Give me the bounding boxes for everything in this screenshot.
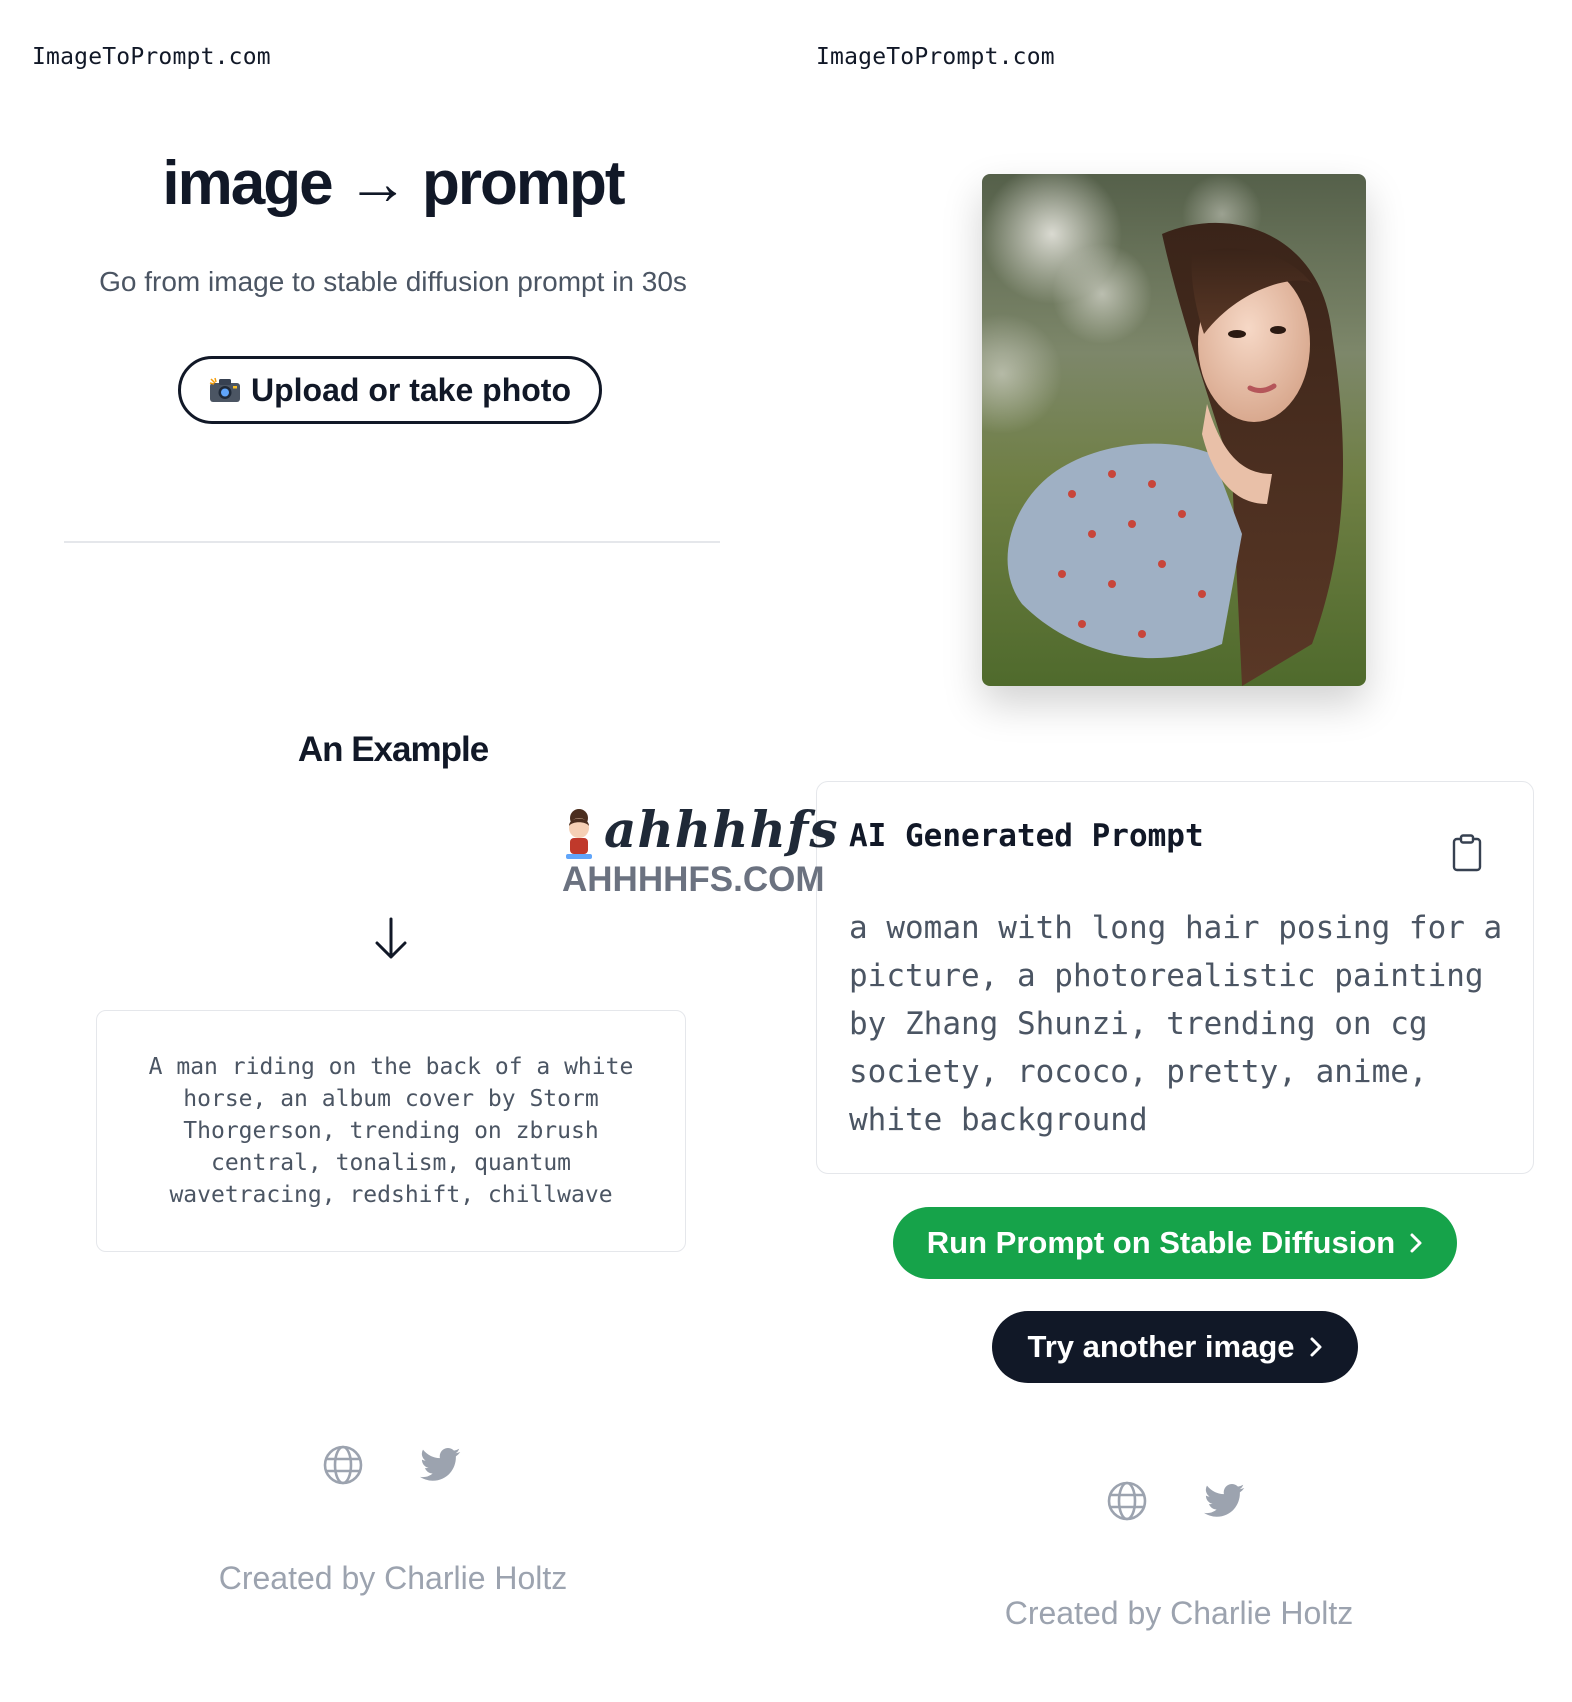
hero-title: image → prompt [162,149,625,218]
watermark-script-text: ahhhhfs [604,800,839,859]
credit-text: Created by Charlie Holtz [1004,1595,1354,1631]
prompt-heading: AI Generated Prompt [849,818,1204,854]
camera-icon [209,377,240,402]
site-name[interactable]: ImageToPrompt.com [816,44,1055,70]
try-another-image-button[interactable]: Try another image [992,1311,1358,1383]
example-title: An Example [297,730,489,769]
chevron-right-icon [1410,1233,1422,1253]
example-prompt-card: A man riding on the back of a white hors… [96,1010,686,1252]
generated-prompt-card: AI Generated Prompt a woman with long ha… [816,781,1534,1174]
run-button-label: Run Prompt on Stable Diffusion [926,1225,1396,1260]
site-name[interactable]: ImageToPrompt.com [32,44,271,70]
section-divider [64,541,720,543]
social-links [1106,1480,1246,1522]
clipboard-icon[interactable] [1451,834,1483,872]
uploaded-photo [982,174,1366,686]
mascot-icon [566,809,592,859]
credit-text: Created by Charlie Holtz [218,1560,568,1596]
right-pane: ImageToPrompt.com AI Generated Prompt a … [786,0,1572,1702]
globe-icon[interactable] [1106,1480,1148,1522]
twitter-icon[interactable] [1204,1480,1246,1522]
twitter-icon[interactable] [420,1444,462,1486]
hero-subtitle: Go from image to stable diffusion prompt… [99,266,687,297]
upload-photo-label: Upload or take photo [251,371,571,408]
run-stable-diffusion-button[interactable]: Run Prompt on Stable Diffusion [893,1207,1457,1279]
watermark-logo: ahhhhfs AHHHHFS.COM [560,800,852,900]
social-links [322,1444,462,1486]
example-prompt-text: A man riding on the back of a white hors… [148,1054,634,1208]
globe-icon[interactable] [322,1444,364,1486]
arrow-down-icon [375,917,407,959]
watermark-domain-text: AHHHHFS.COM [562,860,825,899]
generated-prompt-text[interactable]: a woman with long hair posing for a pict… [849,904,1509,1144]
chevron-right-icon [1310,1337,1322,1357]
try-button-label: Try another image [1027,1329,1295,1364]
upload-photo-button[interactable]: Upload or take photo [178,356,602,424]
